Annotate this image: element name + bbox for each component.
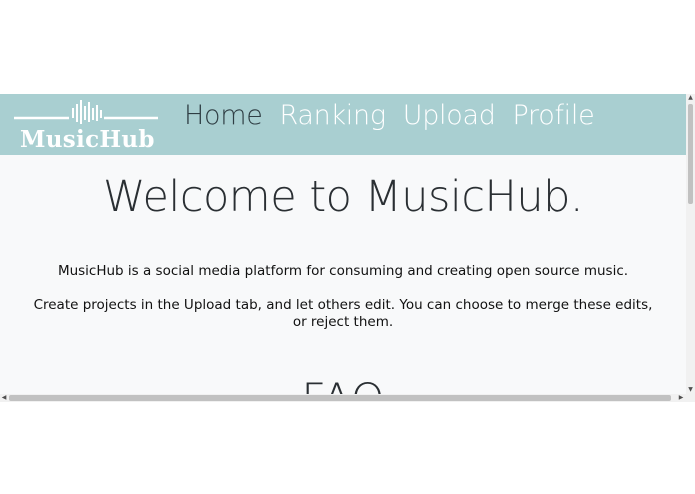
vertical-scroll-thumb[interactable]: [688, 104, 693, 204]
horizontal-scroll-thumb[interactable]: [9, 395, 671, 401]
navbar: MusicHub Home Ranking Upload Profile: [0, 94, 686, 155]
horizontal-scrollbar[interactable]: ◀ ▶: [0, 394, 695, 402]
scroll-up-arrow-icon[interactable]: ▲: [686, 94, 695, 102]
brand-logo[interactable]: MusicHub: [14, 96, 160, 154]
vertical-scrollbar[interactable]: ▲ ▼: [686, 94, 695, 394]
instructions-text: Create projects in the Upload tab, and l…: [33, 297, 653, 330]
browser-viewport: MusicHub Home Ranking Upload Profile Wel…: [0, 94, 695, 402]
page-title: Welcome to MusicHub.: [102, 172, 584, 222]
scroll-down-arrow-icon[interactable]: ▼: [686, 386, 695, 394]
nav-ranking[interactable]: Ranking: [280, 98, 386, 138]
intro-text: MusicHub is a social media platform for …: [57, 263, 629, 279]
brand-name: MusicHub: [20, 126, 155, 153]
nav-profile[interactable]: Profile: [513, 98, 595, 138]
main-nav: Home Ranking Upload Profile: [184, 98, 611, 138]
nav-upload[interactable]: Upload: [403, 98, 496, 138]
scroll-left-arrow-icon[interactable]: ◀: [0, 394, 8, 402]
scroll-right-arrow-icon[interactable]: ▶: [677, 394, 685, 402]
nav-home[interactable]: Home: [184, 98, 263, 138]
soundwave-icon: [14, 100, 158, 124]
